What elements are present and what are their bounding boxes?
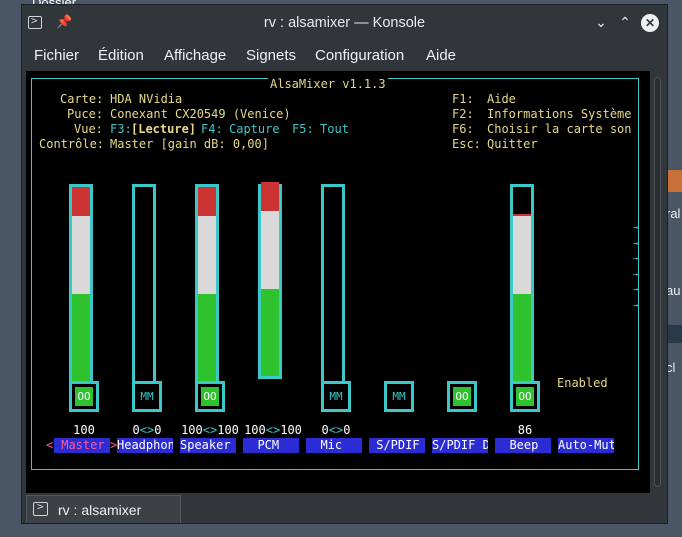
card-value: HDA NVidia (110, 92, 183, 106)
view-f4-key: F4: (201, 122, 223, 136)
volume-bar-fill (198, 294, 216, 381)
key-f6: F6: (452, 122, 474, 136)
selection-marker-right: > (110, 438, 118, 452)
channel-label-pcm[interactable]: PCM (243, 438, 299, 453)
key-esc: Esc: (452, 137, 481, 151)
tab-rv-alsamixer[interactable]: > rv : alsamixer (26, 495, 181, 523)
desktop-text-fragment: cl (666, 360, 676, 375)
chip-label: Puce: (67, 107, 104, 121)
alsamixer-title: AlsaMixer v1.1.3 (268, 77, 388, 91)
window-title: rv : alsamixer — Konsole (263, 15, 426, 31)
view-playback-selected[interactable]: [Lecture] (131, 122, 196, 137)
chip-value: Conexant CX20549 (Venice) (110, 107, 291, 121)
volume-bar-fill (513, 294, 531, 381)
scroll-more-arrows[interactable]: → → → → → → (633, 221, 638, 314)
channel-label-s-pdif-d[interactable]: S/PDIF D (432, 438, 488, 453)
channel-label-master[interactable]: Master (54, 438, 110, 453)
mute-indicator-mic[interactable]: MM (321, 381, 351, 412)
volume-bar-fill (513, 214, 531, 216)
control-value: Master [gain dB: 0,00] (110, 137, 269, 151)
key-f1-desc: Aide (487, 92, 516, 106)
volume-bar-fill (513, 216, 531, 294)
channel-label-headphone[interactable]: Headphon (117, 438, 173, 453)
konsole-window: > 📌 rv : alsamixer — Konsole ⌄ ⌃ ✕ Fichi… (21, 4, 668, 524)
channel-label-beep[interactable]: Beep (495, 438, 551, 453)
unmute-indicator-s-pdif-d[interactable]: OO (447, 381, 477, 412)
volume-value-speaker: 100<>100 (181, 423, 239, 437)
menu-fichier[interactable]: Fichier (34, 47, 79, 64)
volume-bar-fill (72, 216, 90, 294)
scrollbar-thumb[interactable] (654, 77, 661, 487)
volume-bar-pcm[interactable] (258, 182, 282, 379)
channel-label-auto-mute[interactable]: Auto-Mut (558, 438, 614, 453)
volume-bar-fill (261, 289, 279, 376)
card-label: Carte: (60, 92, 104, 106)
menu-affichage[interactable]: Affichage (164, 47, 226, 64)
state-text: MM (329, 390, 343, 403)
mute-indicator-headphone[interactable]: MM (132, 381, 162, 412)
view-f3-key: F3: (110, 122, 132, 136)
volume-value-headphone: 0<>0 (132, 423, 162, 437)
state-text: MM (392, 390, 406, 403)
state-text: OO (201, 387, 219, 406)
auto-mute-value[interactable]: Enabled (557, 376, 608, 391)
terminal-scrollbar[interactable] (650, 71, 665, 493)
state-text: OO (453, 387, 471, 406)
window-titlebar[interactable]: > 📌 rv : alsamixer — Konsole ⌄ ⌃ ✕ (22, 5, 667, 41)
channel-label-mic[interactable]: Mic (306, 438, 362, 453)
volume-value-pcm: 100<>100 (244, 423, 302, 437)
mute-indicator-s-pdif[interactable]: MM (384, 381, 414, 412)
key-f6-desc: Choisir la carte son (487, 122, 632, 136)
key-f1: F1: (452, 92, 474, 106)
volume-value-beep: 86 (517, 423, 533, 437)
menu-aide[interactable]: Aide (426, 47, 456, 64)
minimize-icon[interactable]: ⌄ (592, 14, 610, 31)
volume-bar-headphone[interactable] (132, 184, 156, 384)
control-label: Contrôle: (39, 137, 105, 151)
view-label: Vue: (74, 122, 103, 136)
close-icon[interactable]: ✕ (641, 14, 659, 32)
volume-bar-mic[interactable] (321, 184, 345, 384)
desktop-dark-tile (666, 325, 682, 343)
tab-bar: > rv : alsamixer (22, 495, 667, 525)
terminal-view[interactable]: AlsaMixer v1.1.3 Carte: HDA NVidia Puce:… (26, 71, 650, 493)
volume-bar-beep[interactable] (510, 184, 534, 384)
unmute-indicator-beep[interactable]: OO (510, 381, 540, 412)
volume-bar-fill (261, 211, 279, 289)
volume-bar-fill (72, 294, 90, 381)
menubar: Fichier Édition Affichage Signets Config… (22, 41, 667, 69)
volume-bar-speaker[interactable] (195, 184, 219, 384)
menu-configuration[interactable]: Configuration (315, 47, 404, 64)
desktop-orange-tile (666, 170, 682, 192)
volume-bar-fill (261, 182, 279, 211)
volume-bar-fill (198, 187, 216, 216)
state-text: MM (140, 390, 154, 403)
unmute-indicator-master[interactable]: OO (69, 381, 99, 412)
channel-label-speaker[interactable]: Speaker (180, 438, 236, 453)
state-text: OO (516, 387, 534, 406)
unmute-indicator-speaker[interactable]: OO (195, 381, 225, 412)
key-f2-desc: Informations Système (487, 107, 632, 121)
menu-signets[interactable]: Signets (246, 47, 296, 64)
view-capture[interactable]: Capture (229, 122, 280, 137)
tab-label: rv : alsamixer (58, 502, 142, 518)
desktop-text-fragment: au (666, 283, 681, 298)
volume-bar-fill (198, 216, 216, 294)
key-f2: F2: (452, 107, 474, 121)
volume-bar-fill (72, 187, 90, 216)
channel-label-s-pdif[interactable]: S/PDIF (369, 438, 425, 453)
desktop-text-fragment: ral (666, 206, 681, 221)
menu-edition[interactable]: Édition (98, 47, 144, 64)
volume-value-mic: 0<>0 (321, 423, 351, 437)
terminal-icon: > (33, 500, 48, 516)
key-esc-desc: Quitter (487, 137, 538, 151)
maximize-icon[interactable]: ⌃ (616, 14, 634, 31)
view-all[interactable]: Tout (320, 122, 349, 137)
volume-value-master: 100 (73, 423, 95, 437)
view-f5-key: F5: (292, 122, 314, 136)
state-text: OO (75, 387, 93, 406)
volume-bar-master[interactable] (69, 184, 93, 384)
selection-marker-left: < (46, 438, 54, 452)
